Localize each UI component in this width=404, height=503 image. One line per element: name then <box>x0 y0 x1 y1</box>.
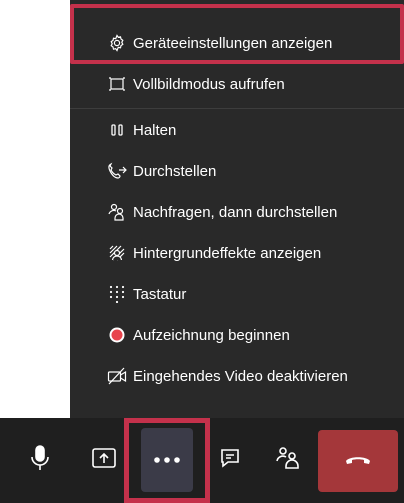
hang-up-button[interactable] <box>318 430 398 492</box>
share-screen-button[interactable] <box>78 428 130 492</box>
call-screen: Geräteeinstellungen anzeigen Vollbildmod… <box>0 0 404 503</box>
microphone-button[interactable] <box>14 428 66 492</box>
chat-icon <box>219 447 241 474</box>
menu-item-consult-transfer[interactable]: Nachfragen, dann durchstellen <box>70 192 404 232</box>
menu-item-device-settings[interactable]: Geräteeinstellungen anzeigen <box>70 23 404 63</box>
menu-item-label: Aufzeichnung beginnen <box>133 326 290 344</box>
dialpad-icon <box>97 285 137 303</box>
menu-item-hold[interactable]: Halten <box>70 110 404 150</box>
menu-item-label: Eingehendes Video deaktivieren <box>133 367 348 385</box>
menu-item-label: Hintergrundeffekte anzeigen <box>133 244 322 262</box>
video-off-icon <box>97 367 137 385</box>
pause-icon <box>97 124 137 136</box>
menu-item-background-effects[interactable]: Hintergrundeffekte anzeigen <box>70 233 404 273</box>
gear-icon <box>97 34 137 52</box>
more-options-button[interactable] <box>141 428 193 492</box>
menu-item-label: Nachfragen, dann durchstellen <box>133 203 338 221</box>
microphone-icon <box>29 444 51 476</box>
more-options-menu: Geräteeinstellungen anzeigen Vollbildmod… <box>70 0 404 418</box>
hang-up-icon <box>344 452 372 471</box>
background-effects-icon <box>97 244 137 262</box>
share-screen-icon <box>91 446 117 475</box>
menu-item-fullscreen[interactable]: Vollbildmodus aufrufen <box>70 64 404 104</box>
participants-button[interactable] <box>262 428 314 492</box>
chat-button[interactable] <box>204 428 256 492</box>
menu-item-label: Durchstellen <box>133 162 217 180</box>
record-icon <box>97 326 137 344</box>
participants-icon <box>276 446 300 475</box>
menu-item-label: Geräteeinstellungen anzeigen <box>133 34 333 52</box>
transfer-call-icon <box>97 162 137 180</box>
menu-item-label: Halten <box>133 121 177 139</box>
menu-item-transfer[interactable]: Durchstellen <box>70 151 404 191</box>
menu-divider <box>70 108 404 109</box>
more-options-icon <box>153 451 181 469</box>
menu-item-label: Vollbildmodus aufrufen <box>133 75 285 93</box>
menu-item-start-recording[interactable]: Aufzeichnung beginnen <box>70 315 404 355</box>
menu-item-disable-incoming-video[interactable]: Eingehendes Video deaktivieren <box>70 356 404 396</box>
fullscreen-icon <box>97 76 137 92</box>
menu-item-label: Tastatur <box>133 285 187 303</box>
menu-item-dialpad[interactable]: Tastatur <box>70 274 404 314</box>
consult-transfer-icon <box>97 203 137 221</box>
